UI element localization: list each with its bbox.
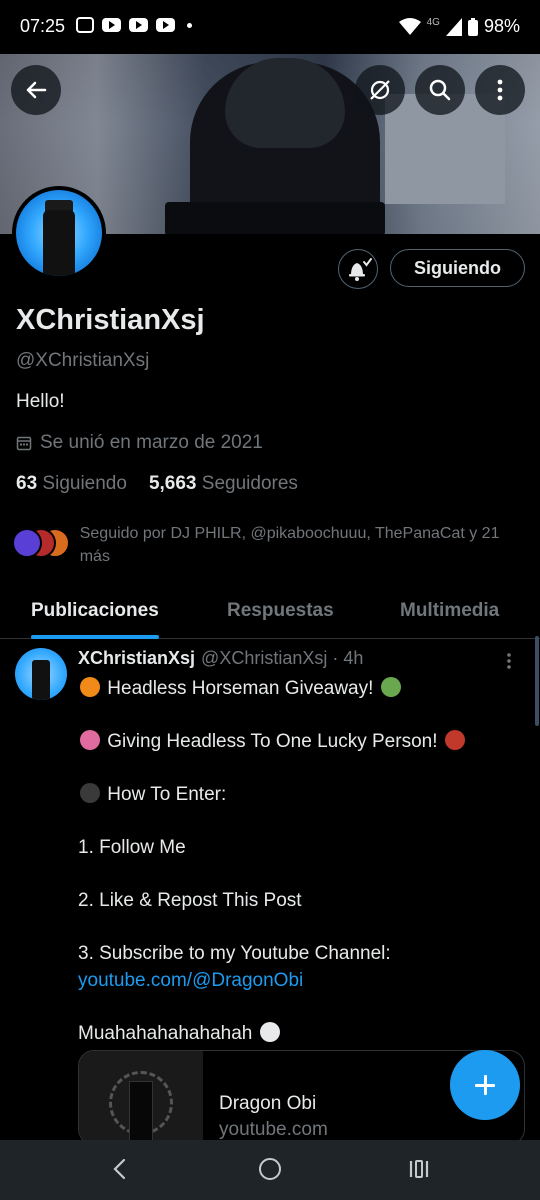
- post-meta: @XChristianXsj · 4h: [201, 648, 364, 668]
- profile-avatar[interactable]: [12, 186, 106, 280]
- bell-check-icon: [349, 258, 372, 281]
- following-link[interactable]: 63 Siguiendo: [16, 473, 127, 495]
- following-count: 63: [16, 473, 38, 494]
- post-line: 2. Like & Repost This Post: [78, 890, 302, 911]
- instagram-icon: [76, 17, 94, 33]
- link-preview-title: Dragon Obi: [219, 1093, 317, 1114]
- post-more-button[interactable]: [505, 652, 513, 676]
- pumpkin-emoji-icon: [80, 677, 100, 697]
- more-options-button[interactable]: [475, 65, 525, 115]
- following-button[interactable]: Siguiendo: [390, 249, 525, 287]
- more-notifications-dot: [187, 22, 192, 28]
- zombie-emoji-icon: [380, 677, 401, 697]
- status-bar: 07:25 4G 98%: [0, 0, 540, 54]
- profile-name: XChristianXsj: [16, 304, 205, 336]
- post-line: Headless Horseman Giveaway!: [78, 676, 518, 703]
- active-tab-indicator: [31, 635, 159, 639]
- youtube-icon: [156, 18, 175, 32]
- followers-label: Seguidores: [201, 473, 298, 494]
- battery-icon: [467, 17, 478, 36]
- wifi-icon: [398, 17, 421, 35]
- more-vertical-icon: [497, 79, 503, 101]
- post-text: Headless Horseman Giveaway! Giving Headl…: [78, 676, 518, 1047]
- search-icon: [429, 79, 451, 101]
- status-time: 07:25: [20, 16, 66, 36]
- youtube-icon: [102, 18, 121, 32]
- following-label: Siguiendo: [42, 473, 127, 494]
- nav-back-icon[interactable]: [112, 1158, 128, 1180]
- follow-counts: 63 Siguiendo 5,663 Seguidores: [16, 473, 298, 495]
- grok-button[interactable]: [355, 65, 405, 115]
- post-author-name[interactable]: XChristianXsj: [78, 648, 195, 669]
- followers-link[interactable]: 5,663 Seguidores: [149, 473, 298, 495]
- joined-date: Se unió en marzo de 2021: [16, 432, 263, 454]
- post-line: Giving Headless To One Lucky Person!: [78, 729, 518, 756]
- profile-handle: @XChristianXsj: [16, 350, 150, 371]
- notification-icons: [76, 17, 192, 33]
- ghost-emoji-icon: [259, 1021, 280, 1042]
- post-line: 1. Follow Me: [78, 837, 186, 858]
- arrow-left-icon: [26, 81, 47, 99]
- nav-home-icon[interactable]: [259, 1158, 281, 1180]
- link-preview-domain: youtube.com: [219, 1119, 328, 1140]
- black-cat-emoji-icon: [80, 783, 100, 803]
- profile-tabs: Publicaciones Respuestas Multimedia: [0, 586, 540, 639]
- post-line: Muahahahahahahah: [78, 1021, 518, 1048]
- tab-media[interactable]: Multimedia: [400, 586, 499, 639]
- more-vertical-icon: [507, 653, 511, 669]
- battery-level: 98%: [483, 16, 520, 36]
- system-nav-bar: [0, 1140, 540, 1200]
- nav-recents-icon[interactable]: [408, 1159, 430, 1179]
- followed-by[interactable]: Seguido por DJ PHILR, @pikaboochuuu, The…: [12, 522, 532, 568]
- followers-count: 5,663: [148, 473, 197, 494]
- joined-text: Se unió en marzo de 2021: [40, 432, 263, 453]
- grok-icon: [370, 80, 390, 100]
- signal-icon: [445, 17, 462, 36]
- search-button[interactable]: [415, 65, 465, 115]
- tab-posts[interactable]: Publicaciones: [31, 586, 159, 639]
- vampire-emoji-icon: [444, 730, 465, 750]
- link-preview-thumbnail: [79, 1051, 203, 1144]
- followers-avatars: [12, 528, 70, 560]
- tab-replies[interactable]: Respuestas: [227, 586, 334, 639]
- followed-by-text: Seguido por DJ PHILR, @pikaboochuuu, The…: [79, 525, 500, 565]
- scrollbar[interactable]: [535, 636, 539, 726]
- post-header: XChristianXsj @XChristianXsj · 4h: [78, 648, 363, 669]
- calendar-icon: [16, 436, 32, 451]
- post-line: How To Enter:: [78, 782, 518, 809]
- youtube-icon: [129, 18, 148, 32]
- profile-bio: Hello!: [16, 391, 65, 412]
- candy-emoji-icon: [80, 730, 100, 750]
- youtube-link[interactable]: youtube.com/@DragonObi: [78, 968, 518, 995]
- system-icons: 4G 98%: [398, 16, 520, 37]
- back-button[interactable]: [11, 65, 61, 115]
- post-author-avatar[interactable]: [15, 648, 67, 700]
- post-line: 3. Subscribe to my Youtube Channel:: [78, 943, 391, 964]
- notifications-bell-button[interactable]: [338, 249, 378, 289]
- compose-post-button[interactable]: [450, 1050, 520, 1120]
- network-type: 4G: [426, 17, 440, 28]
